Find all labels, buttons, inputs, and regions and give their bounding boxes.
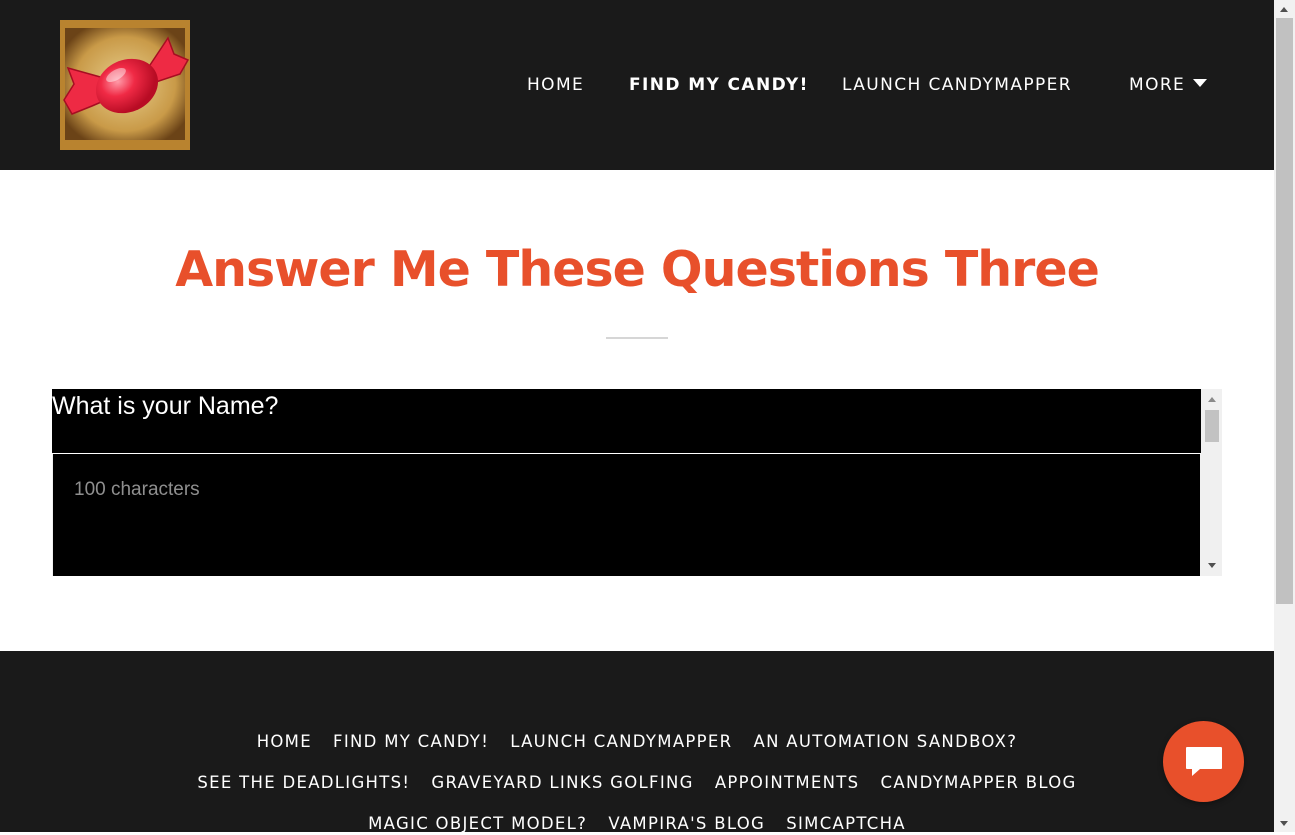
form-scrollbar[interactable]: [1202, 389, 1222, 576]
nav-more-label: MORE: [1129, 75, 1186, 95]
page-scrollbar[interactable]: [1274, 0, 1295, 832]
footer-link-home[interactable]: HOME: [257, 731, 312, 753]
site-header: HOME FIND MY CANDY! LAUNCH CANDYMAPPER M…: [0, 0, 1274, 170]
question-label: What is your Name?: [52, 389, 1201, 454]
title-divider: [606, 337, 668, 339]
footer-nav-row: SEE THE DEADLIGHTS! GRAVEYARD LINKS GOLF…: [0, 772, 1274, 794]
nav-find-my-candy[interactable]: FIND MY CANDY!: [629, 73, 809, 97]
page-scroll-up-icon[interactable]: [1280, 7, 1288, 12]
name-answer-field[interactable]: [53, 454, 1200, 576]
footer-link-candymapper-blog[interactable]: CANDYMAPPER BLOG: [881, 772, 1077, 794]
scroll-down-arrow-icon[interactable]: [1208, 563, 1216, 568]
nav-home[interactable]: HOME: [527, 73, 584, 97]
footer-link-launch-candymapper[interactable]: LAUNCH CANDYMAPPER: [510, 731, 732, 753]
chat-bubble-icon: [1186, 747, 1222, 776]
embedded-form: What is your Name?: [52, 389, 1222, 576]
page-scrollbar-thumb[interactable]: [1276, 18, 1293, 604]
page-scroll-down-icon[interactable]: [1280, 821, 1288, 826]
site-footer: HOME FIND MY CANDY! LAUNCH CANDYMAPPER A…: [0, 651, 1274, 833]
footer-link-find-my-candy[interactable]: FIND MY CANDY!: [333, 731, 489, 753]
footer-nav-row: HOME FIND MY CANDY! LAUNCH CANDYMAPPER A…: [0, 731, 1274, 753]
scroll-up-arrow-icon[interactable]: [1208, 397, 1216, 402]
caret-down-icon: [1193, 79, 1208, 87]
footer-link-deadlights[interactable]: SEE THE DEADLIGHTS!: [197, 772, 410, 794]
footer-link-graveyard-golfing[interactable]: GRAVEYARD LINKS GOLFING: [431, 772, 693, 794]
chat-button[interactable]: [1163, 721, 1244, 802]
nav-launch-candymapper[interactable]: LAUNCH CANDYMAPPER: [842, 73, 1072, 97]
main-nav: HOME FIND MY CANDY! LAUNCH CANDYMAPPER M…: [0, 73, 1274, 97]
form-scrollbar-thumb[interactable]: [1205, 410, 1219, 442]
nav-more[interactable]: MORE: [1129, 73, 1208, 97]
page-title: Answer Me These Questions Three: [175, 241, 1100, 298]
footer-link-appointments[interactable]: APPOINTMENTS: [715, 772, 860, 794]
footer-link-automation-sandbox[interactable]: AN AUTOMATION SANDBOX?: [754, 731, 1018, 753]
